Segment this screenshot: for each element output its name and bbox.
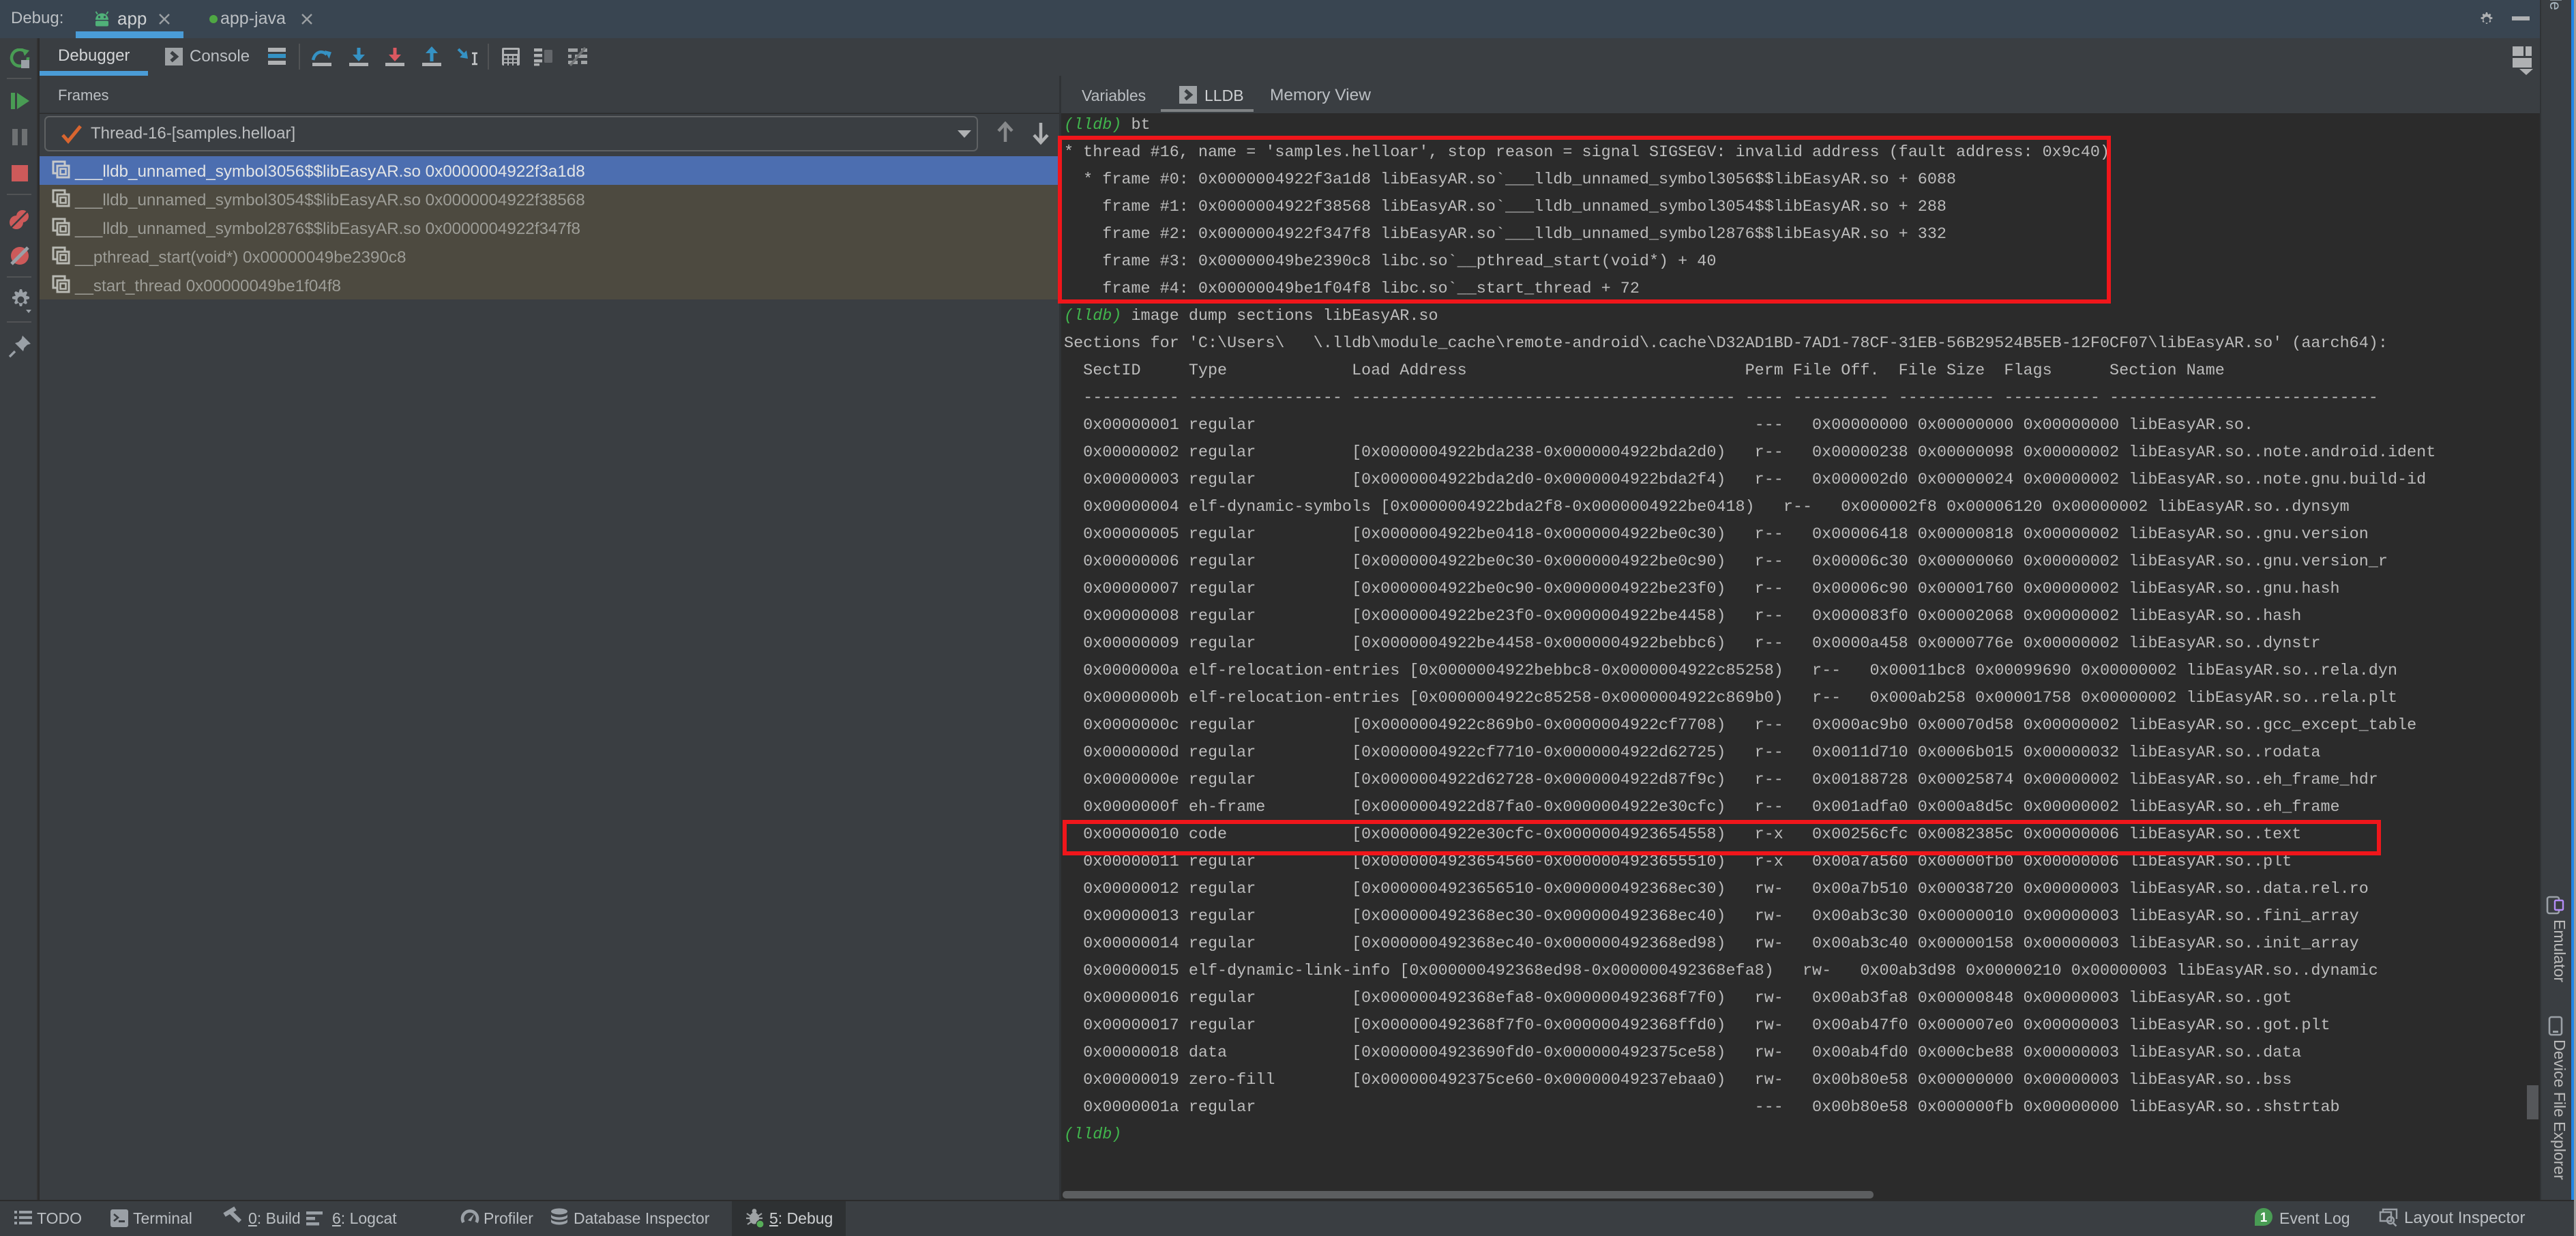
svg-text:1: 1 [2260, 1211, 2268, 1225]
